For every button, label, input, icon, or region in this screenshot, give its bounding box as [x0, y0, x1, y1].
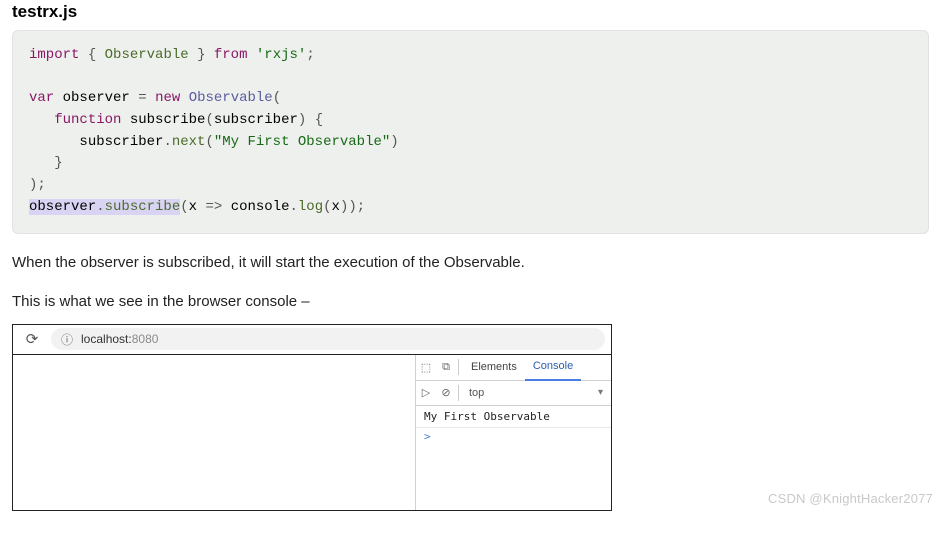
- semicolon: ;: [37, 177, 45, 193]
- ident-x: x: [189, 199, 197, 215]
- string-my-first-observable: "My First Observable": [214, 134, 390, 150]
- brace: }: [54, 155, 62, 171]
- address-bar: ⟳ ⓘ localhost:8080: [13, 325, 611, 355]
- reload-icon[interactable]: ⟳: [13, 330, 51, 348]
- ident-observable: Observable: [105, 47, 189, 63]
- method-subscribe: subscribe: [105, 199, 181, 215]
- paren: (: [323, 199, 331, 215]
- paren: (: [205, 134, 213, 150]
- paren: ): [298, 112, 306, 128]
- address-box[interactable]: ⓘ localhost:8080: [51, 328, 605, 350]
- separator: [458, 385, 459, 401]
- kw-from: from: [214, 47, 248, 63]
- ident-subscriber: subscriber: [79, 134, 163, 150]
- method-log: log: [298, 199, 323, 215]
- dot: .: [96, 199, 104, 215]
- paren: ): [348, 199, 356, 215]
- tab-elements[interactable]: Elements: [463, 355, 525, 380]
- play-icon[interactable]: ▷: [416, 386, 436, 399]
- brace: {: [88, 47, 96, 63]
- brace: }: [197, 47, 205, 63]
- console-filter-bar: ▷ ⊘ top ▾: [416, 381, 611, 406]
- console-output: My First Observable >: [416, 406, 611, 510]
- kw-new: new: [155, 90, 180, 106]
- dot: .: [290, 199, 298, 215]
- kw-var: var: [29, 90, 54, 106]
- kw-function: function: [54, 112, 121, 128]
- para-subscribed: When the observer is subscribed, it will…: [12, 252, 929, 273]
- semicolon: ;: [357, 199, 365, 215]
- devtools-panel: ⬚ ⧉ Elements Console ▷ ⊘ top ▾ My First …: [416, 355, 611, 510]
- para-console-intro: This is what we see in the browser conso…: [12, 291, 929, 312]
- paren: (: [205, 112, 213, 128]
- ident-x: x: [332, 199, 340, 215]
- browser-window: ⟳ ⓘ localhost:8080 ⬚ ⧉ Elements Console …: [12, 324, 612, 511]
- method-next: next: [172, 134, 206, 150]
- op-eq: =: [138, 90, 146, 106]
- scope-selector[interactable]: top: [463, 387, 598, 399]
- dot: .: [163, 134, 171, 150]
- ident-observer: observer: [29, 199, 96, 215]
- op-arrow: =>: [205, 199, 222, 215]
- tab-console[interactable]: Console: [525, 354, 581, 381]
- device-toggle-icon[interactable]: ⧉: [436, 361, 456, 374]
- type-observable: Observable: [189, 90, 273, 106]
- devtools-tabs: ⬚ ⧉ Elements Console: [416, 355, 611, 381]
- ident-observer: observer: [63, 90, 130, 106]
- address-port: 8080: [132, 332, 159, 346]
- info-icon: ⓘ: [61, 331, 73, 348]
- address-host: localhost:: [81, 332, 132, 346]
- inspect-icon[interactable]: ⬚: [416, 361, 436, 374]
- paren: ): [390, 134, 398, 150]
- separator: [458, 359, 459, 375]
- page-viewport: [13, 355, 416, 510]
- code-block: import { Observable } from 'rxjs'; var o…: [12, 30, 929, 234]
- brace: {: [315, 112, 323, 128]
- clear-icon[interactable]: ⊘: [436, 386, 456, 399]
- kw-import: import: [29, 47, 79, 63]
- file-name-heading: testrx.js: [12, 2, 929, 22]
- paren: (: [180, 199, 188, 215]
- ident-console: console: [231, 199, 290, 215]
- console-prompt[interactable]: >: [416, 428, 611, 445]
- fn-name-subscribe: subscribe: [130, 112, 206, 128]
- string-rxjs: 'rxjs': [256, 47, 306, 63]
- param-subscriber: subscriber: [214, 112, 298, 128]
- console-log-line: My First Observable: [416, 406, 611, 428]
- chevron-down-icon[interactable]: ▾: [598, 387, 611, 398]
- paren: (: [273, 90, 281, 106]
- semicolon: ;: [306, 47, 314, 63]
